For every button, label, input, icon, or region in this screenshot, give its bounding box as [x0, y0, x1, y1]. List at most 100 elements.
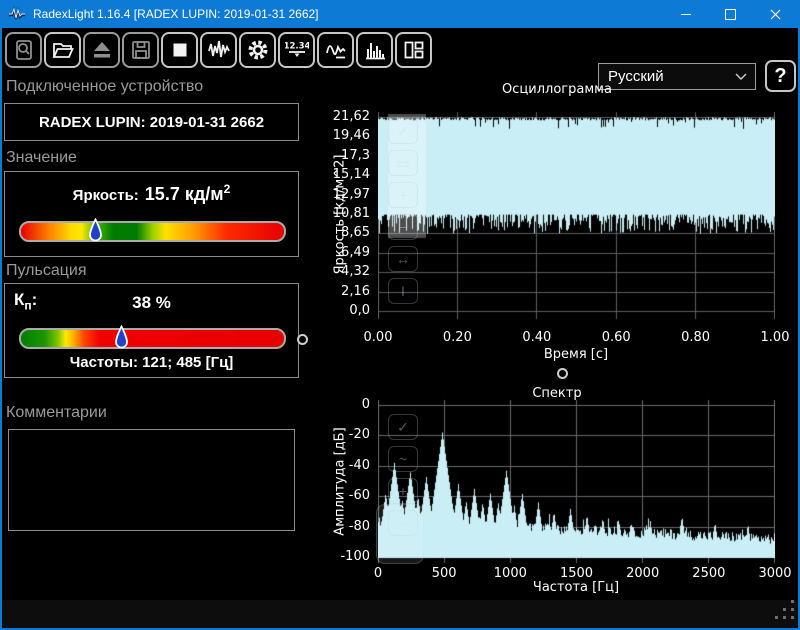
oscillogram-title: Осциллограмма	[502, 82, 612, 97]
toolbar: 12.34 Русский ?	[0, 28, 800, 92]
stop-measurement-button[interactable]	[161, 32, 198, 68]
minimize-icon	[680, 13, 691, 15]
maximize-button[interactable]	[708, 0, 753, 28]
chevron-down-icon	[735, 73, 747, 80]
brightness-panel: Яркость: 15.7 кд/м2	[4, 171, 299, 257]
kp-value: 38 %	[132, 293, 171, 312]
tick-label: 0,0	[349, 303, 370, 318]
tick-label: 2,16	[341, 283, 370, 299]
numeric-1234-icon: 12.34	[285, 42, 309, 57]
resize-grip[interactable]	[772, 600, 794, 622]
device-name: RADEX LUPIN: 2019-01-31 2662	[38, 113, 265, 131]
pulsation-scale	[19, 325, 286, 349]
stop-square-icon	[173, 43, 186, 57]
chart-tool-zoom-out-icon[interactable]: −	[388, 214, 418, 240]
oscillogram-plot[interactable]	[378, 106, 775, 324]
line-chart-icon	[325, 44, 346, 59]
eject-device-button[interactable]	[83, 32, 120, 68]
tick-label: 2000	[626, 566, 660, 581]
spectrum-title: Спектр	[532, 386, 582, 401]
report-search-button[interactable]	[5, 32, 42, 68]
tick-label: 0	[373, 566, 383, 581]
minimize-button[interactable]	[663, 0, 708, 28]
tick-label: -40	[348, 457, 370, 473]
tick-label: 8,65	[341, 225, 370, 241]
oscillogram-xlabel: Время [с]	[543, 347, 609, 362]
chart-tool-check-icon[interactable]: ✓	[388, 414, 418, 440]
device-section-label: Подключенное устройство	[6, 78, 204, 95]
chart-tool-cursor-icon[interactable]: I	[388, 278, 418, 304]
oscillogram-view-button[interactable]	[200, 32, 237, 68]
save-file-button[interactable]	[122, 32, 159, 68]
pulsation-marker-icon	[115, 325, 128, 349]
doc-search-icon	[15, 40, 32, 60]
open-file-button[interactable]	[44, 32, 81, 68]
title-bar[interactable]: RadexLight 1.16.4 [RADEX LUPIN: 2019-01-…	[0, 0, 800, 28]
chart-tool-zoom-in-icon[interactable]: +	[388, 478, 418, 504]
app-window: RadexLight 1.16.4 [RADEX LUPIN: 2019-01-…	[0, 0, 800, 630]
tick-label: 15,14	[332, 167, 370, 183]
spectrum-ghost-control[interactable]	[376, 504, 424, 564]
brightness-marker-icon	[88, 218, 102, 242]
status-bar	[0, 600, 800, 628]
pulsation-panel: Кп: 38 % Частоты: 121; 485 [Гц]	[4, 283, 299, 378]
svg-text:12.34: 12.34	[285, 42, 309, 52]
comments-section-label: Комментарии	[6, 404, 107, 421]
layout-panels-button[interactable]	[395, 32, 432, 68]
pulsation-handle-ring	[297, 334, 308, 345]
close-button[interactable]	[753, 0, 798, 28]
tick-label: 0.20	[442, 330, 472, 345]
spectrum-plot[interactable]	[378, 396, 775, 566]
tick-label: -60	[348, 488, 370, 504]
maximize-icon	[725, 8, 736, 20]
brightness-value: 15.7 кд/м2	[144, 182, 231, 204]
spectrum-chart-button[interactable]	[356, 32, 393, 68]
chart-splitter-ring	[557, 368, 568, 379]
numeric-display-button[interactable]: 12.34	[278, 32, 315, 68]
tick-label: 19,46	[332, 128, 370, 144]
tick-label: 3000	[758, 566, 792, 581]
brightness-scale	[19, 218, 286, 242]
toolbar-buttons: 12.34	[5, 32, 432, 68]
tick-label: 0.60	[601, 330, 631, 345]
tick-label: 0.40	[522, 330, 552, 345]
chart-tool-fit-horizontal-icon[interactable]: ↔	[388, 246, 418, 272]
tick-label: 12,97	[332, 186, 370, 202]
bar-chart-icon	[365, 43, 385, 60]
floppy-save-icon	[131, 41, 150, 59]
value-section-label: Значение	[6, 149, 77, 166]
tick-label: 21,62	[332, 109, 370, 124]
help-icon: ?	[774, 64, 787, 87]
window-title: RadexLight 1.16.4 [RADEX LUPIN: 2019-01-…	[33, 7, 319, 21]
waveform-icon	[207, 40, 230, 58]
chart-tool-envelope-icon[interactable]: ~	[388, 446, 418, 472]
tick-label: 10,81	[332, 206, 370, 221]
tick-label: 0.00	[363, 330, 393, 345]
tick-label: 0.80	[681, 330, 711, 345]
chart-tool-zoom-in-icon[interactable]: +	[388, 182, 418, 208]
chart-tool-select-rect-icon[interactable]: ▭	[388, 150, 418, 176]
settings-button[interactable]	[239, 32, 276, 68]
tick-label: -20	[348, 427, 370, 443]
brightness-label: Яркость:	[72, 187, 139, 204]
app-logo-icon	[9, 6, 25, 20]
spectrum-ylabel: Амплитуда [дБ]	[332, 427, 348, 536]
pulsation-section-label: Пульсация	[6, 262, 87, 279]
spectrum-xlabel: Частота [Гц]	[532, 580, 620, 595]
eject-icon	[93, 42, 110, 58]
open-folder-icon	[52, 43, 74, 58]
help-button[interactable]: ?	[765, 60, 796, 92]
close-icon	[770, 9, 781, 19]
comments-input[interactable]	[8, 429, 295, 531]
gear-icon	[248, 40, 267, 60]
frequencies-value: Частоты: 121; 485 [Гц]	[69, 354, 234, 371]
tick-label: -80	[348, 518, 370, 534]
tick-label: -100	[340, 549, 370, 564]
tick-label: 0	[361, 397, 370, 412]
tick-label: 500	[431, 566, 457, 581]
tick-label: 4,32	[341, 264, 370, 280]
curve-chart-button[interactable]	[317, 32, 354, 68]
chart-tool-check-icon[interactable]: ✓	[388, 118, 418, 144]
tick-label: 2500	[692, 566, 726, 581]
tick-label: 1500	[559, 566, 594, 581]
